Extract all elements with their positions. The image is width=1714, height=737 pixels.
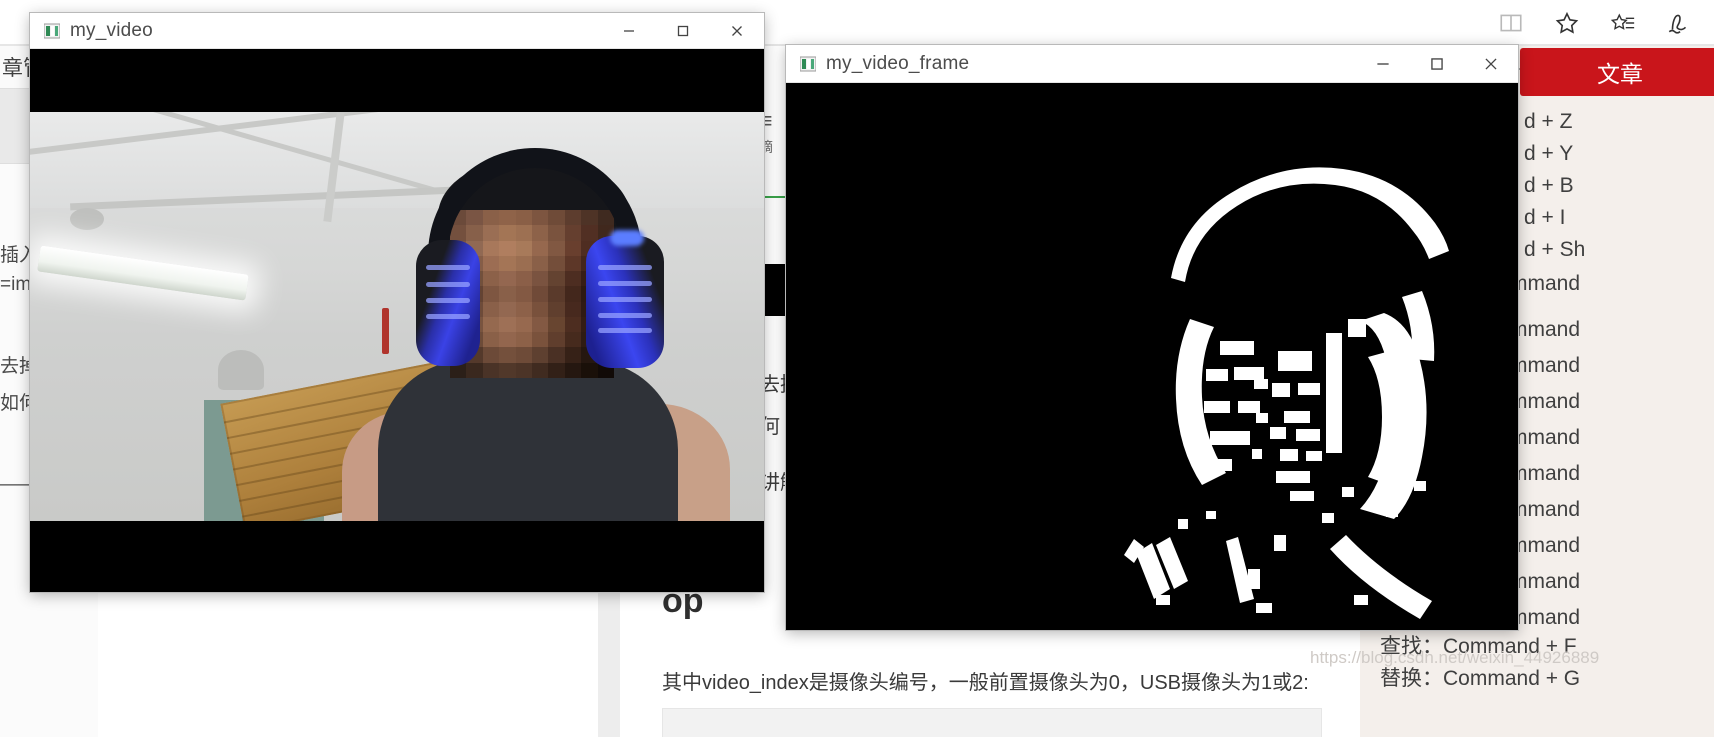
shortcut-item: d + Sh [1524,238,1586,261]
opencv-window-icon [799,56,817,72]
shortcut-item: mmand [1510,426,1581,449]
favorite-star-icon[interactable] [1554,10,1580,36]
headphone-right-cup [586,236,664,368]
person-torso [378,360,678,521]
shortcut-item: d + Y [1524,142,1574,165]
browser-right-icons [1498,0,1708,45]
window-my-video-frame-controls [1356,45,1518,82]
maximize-icon[interactable] [1410,45,1464,82]
shortcut-item: mmand [1510,498,1581,521]
scene-red-marker [382,308,389,354]
shortcut-item: mmand [1510,570,1581,593]
headphone-left-cup [416,240,480,366]
window-my-video-frame-content [786,83,1518,630]
opencv-window-icon [43,23,61,39]
shortcut-item: mmand [1510,318,1581,341]
maximize-icon[interactable] [656,13,710,48]
shortcut-item: mmand [1510,390,1581,413]
blog-watermark: https://blog.csdn.net/weixin_44926889 [1310,648,1600,667]
scene-stool [218,350,264,390]
document-paragraph: 其中video_index是摄像头编号，一般前置摄像头为0，USB摄像头为1或2… [662,672,1309,694]
shortcut-item: d + I [1524,206,1566,229]
reading-view-icon[interactable] [1498,10,1524,36]
screen: 章管理 I 斜体 插入 =im 去掉 如何用代码实现? ——讲解: ≡ 摘 [0,0,1714,737]
window-my-video-controls [602,13,764,48]
edge-detection-svg [786,83,1518,630]
window-my-video-titlebar[interactable]: my_video [30,13,764,49]
document-code-block [662,708,1322,737]
shortcut-item: mmand [1510,354,1581,377]
minimize-icon[interactable] [602,13,656,48]
shortcut-item: d + B [1524,174,1574,197]
shortcut-item: mmand [1510,272,1581,295]
window-my-video-frame-title: my_video_frame [826,52,970,74]
shortcut-item: mmand [1510,462,1581,485]
headphone-led-glow [610,230,644,246]
binary-edge-canvas [786,83,1518,630]
publish-article-button[interactable]: 文章 [1520,48,1714,96]
video-letterbox-top [30,49,764,112]
notes-pen-icon[interactable] [1666,10,1692,36]
video-scene [30,112,764,521]
window-my-video-content [30,49,764,592]
shortcut-item: mmand [1510,534,1581,557]
favorites-list-icon[interactable] [1610,10,1636,36]
window-my-video[interactable]: my_video [30,13,764,592]
scene-smoke-detector [70,208,104,230]
window-my-video-frame[interactable]: my_video_frame [786,45,1518,630]
left-text-line: =im [0,274,32,295]
shortcut-item: mmand [1510,606,1581,629]
video-letterbox-bottom [30,524,764,592]
webcam-video-canvas [30,49,764,592]
minimize-icon[interactable] [1356,45,1410,82]
window-my-video-frame-titlebar[interactable]: my_video_frame [786,45,1518,83]
window-my-video-title: my_video [70,19,153,41]
close-icon[interactable] [1464,45,1518,82]
close-icon[interactable] [710,13,764,48]
shortcut-item: d + Z [1524,110,1573,133]
